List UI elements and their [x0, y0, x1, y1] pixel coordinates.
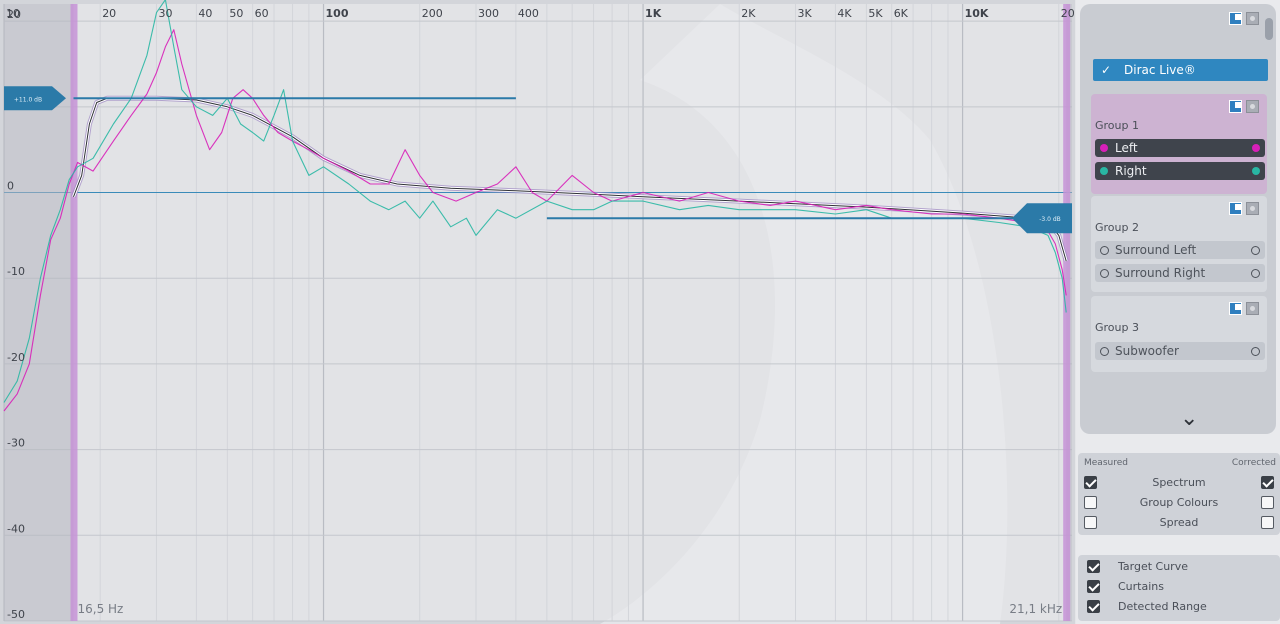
chevron-down-icon[interactable]: ⌄	[1180, 406, 1198, 431]
x-tick-label: 400	[518, 7, 539, 20]
y-tick-label: 20	[7, 8, 21, 21]
channel-dot	[1100, 269, 1109, 278]
channel-name: Right	[1115, 164, 1147, 178]
x-tick-label: 200	[422, 7, 443, 20]
group-colours-label: Group Colours	[1139, 496, 1219, 509]
y-tick-label: -20	[7, 351, 25, 364]
target-curve-label: Target Curve	[1118, 560, 1188, 573]
solo-icon[interactable]	[1246, 100, 1259, 113]
spread-corrected-checkbox[interactable]	[1261, 516, 1274, 529]
channel-color-dot	[1252, 144, 1260, 152]
channel-color-dot	[1252, 167, 1260, 175]
solo-icon[interactable]	[1246, 202, 1259, 215]
curtains-checkbox[interactable]	[1087, 580, 1100, 593]
level-handle-label: -3.0 dB	[1039, 216, 1061, 223]
check-icon: ✓	[1101, 63, 1112, 77]
channel-dot	[1100, 347, 1109, 356]
x-tick-label: 20	[102, 7, 116, 20]
x-tick-label: 6K	[894, 7, 909, 20]
channel-surround-right[interactable]: Surround Right	[1095, 264, 1265, 282]
group-label: Group 3	[1095, 321, 1139, 334]
detected-range-label: Detected Range	[1118, 600, 1207, 613]
filter-icon[interactable]	[1229, 302, 1242, 315]
filter-icon[interactable]	[1229, 202, 1242, 215]
x-tick-label: 3K	[798, 7, 813, 20]
group-3[interactable]: Group 3 Subwoofer	[1091, 296, 1267, 372]
x-tick-label: 20K	[1061, 7, 1075, 20]
y-tick-label: -50	[7, 608, 25, 621]
y-tick-label: 0	[7, 180, 14, 193]
solo-icon[interactable]	[1246, 12, 1259, 25]
channel-subwoofer[interactable]: Subwoofer	[1095, 342, 1265, 360]
display-options-box: Target Curve Curtains Detected Range	[1078, 555, 1280, 621]
frequency-response-chart[interactable]: +11.0 dB-3.0 dB 10 20 30 40 50 60 100 200 300 400…	[0, 0, 1075, 624]
low-curtain-label: 16,5 Hz	[77, 602, 123, 616]
high-curtain-edge[interactable]	[1063, 4, 1071, 621]
x-tick-label: 100	[326, 7, 349, 20]
y-tick-label: -10	[7, 265, 25, 278]
x-tick-label: 5K	[868, 7, 883, 20]
x-tick-label: 50	[229, 7, 243, 20]
dirac-live-label: Dirac Live®	[1124, 63, 1196, 77]
channel-name: Subwoofer	[1115, 344, 1179, 358]
channel-dot	[1251, 347, 1260, 356]
group-label: Group 1	[1095, 119, 1139, 132]
detected-range-checkbox[interactable]	[1087, 600, 1100, 613]
y-tick-label: -40	[7, 522, 25, 535]
spectrum-label: Spectrum	[1152, 476, 1206, 489]
spectrum-corrected-checkbox[interactable]	[1261, 476, 1274, 489]
right-panel: ✓ Dirac Live® Group 1 Left Right Group 2	[1076, 0, 1280, 624]
level-handle-label: +11.0 dB	[14, 96, 42, 103]
channel-left[interactable]: Left	[1095, 139, 1265, 157]
group-colours-corrected-checkbox[interactable]	[1261, 496, 1274, 509]
filter-icon[interactable]	[1229, 12, 1242, 25]
corrected-header: Corrected	[1231, 458, 1276, 468]
group-1[interactable]: Group 1 Left Right	[1091, 94, 1267, 194]
channel-color-dot	[1100, 144, 1108, 152]
group-label: Group 2	[1095, 221, 1139, 234]
dirac-live-toggle[interactable]: ✓ Dirac Live®	[1093, 59, 1268, 81]
channel-right[interactable]: Right	[1095, 162, 1265, 180]
channel-name: Surround Right	[1115, 266, 1206, 280]
x-tick-label: 4K	[837, 7, 852, 20]
scrollbar-thumb[interactable]	[1265, 18, 1273, 40]
spread-label: Spread	[1159, 516, 1199, 529]
channel-dot	[1251, 269, 1260, 278]
x-tick-label: 40	[198, 7, 212, 20]
filter-icon[interactable]	[1229, 100, 1242, 113]
channel-color-dot	[1100, 167, 1108, 175]
curtains-label: Curtains	[1118, 580, 1164, 593]
target-curve-checkbox[interactable]	[1087, 560, 1100, 573]
x-tick-label: 2K	[741, 7, 756, 20]
low-curtain-edge[interactable]	[70, 4, 78, 621]
measured-header: Measured	[1084, 458, 1128, 468]
high-curtain-label: 21,1 kHz	[1009, 602, 1062, 616]
x-tick-label: 1K	[645, 7, 662, 20]
x-tick-label: 30	[158, 7, 172, 20]
channel-name: Surround Left	[1115, 243, 1197, 257]
spectrum-options-box: Measured Corrected Spectrum Group Colour…	[1078, 453, 1280, 535]
x-tick-label: 10K	[965, 7, 989, 20]
solo-icon[interactable]	[1246, 302, 1259, 315]
x-tick-label: 300	[478, 7, 499, 20]
x-tick-label: 60	[255, 7, 269, 20]
channel-surround-left[interactable]: Surround Left	[1095, 241, 1265, 259]
group-2[interactable]: Group 2 Surround Left Surround Right	[1091, 196, 1267, 292]
channel-name: Left	[1115, 141, 1138, 155]
channel-dot	[1251, 246, 1260, 255]
channel-groups-card: ✓ Dirac Live® Group 1 Left Right Group 2	[1080, 4, 1276, 434]
y-tick-label: -30	[7, 437, 25, 450]
channel-dot	[1100, 246, 1109, 255]
